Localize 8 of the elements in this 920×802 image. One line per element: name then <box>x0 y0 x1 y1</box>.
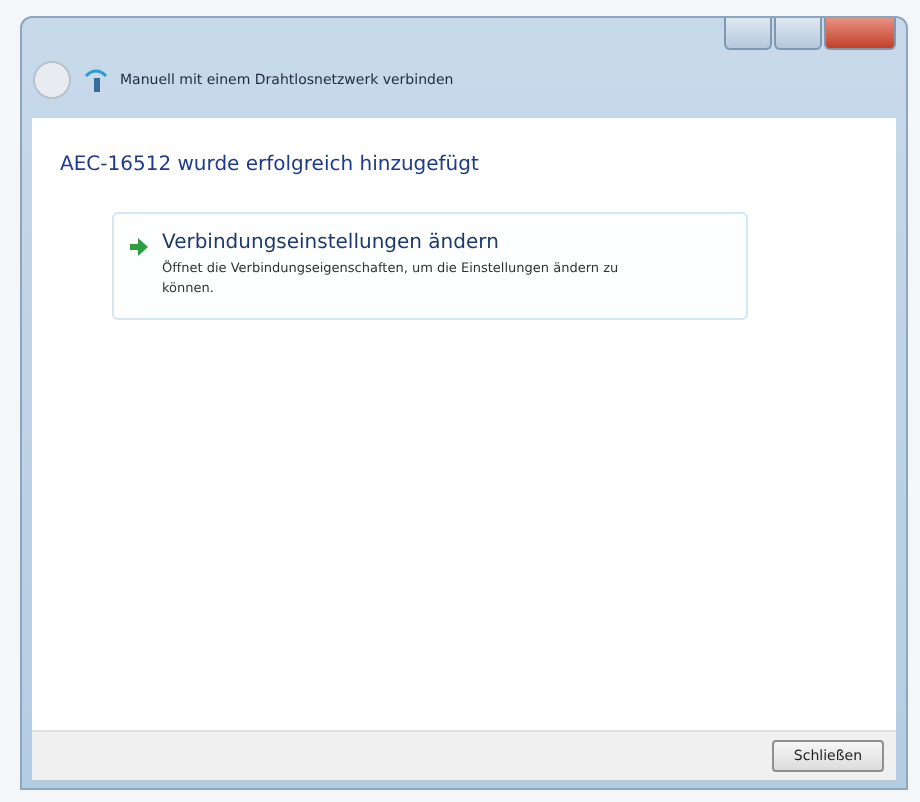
network-icon <box>84 68 108 92</box>
minimize-button[interactable] <box>724 18 772 50</box>
page-heading: AEC-16512 wurde erfolgreich hinzugefügt <box>60 154 481 176</box>
maximize-button[interactable] <box>774 18 822 50</box>
link-title: Verbindungseinstellungen ändern <box>162 232 501 254</box>
close-button[interactable] <box>824 18 896 50</box>
back-button[interactable] <box>32 60 72 100</box>
arrow-icon <box>130 238 148 256</box>
